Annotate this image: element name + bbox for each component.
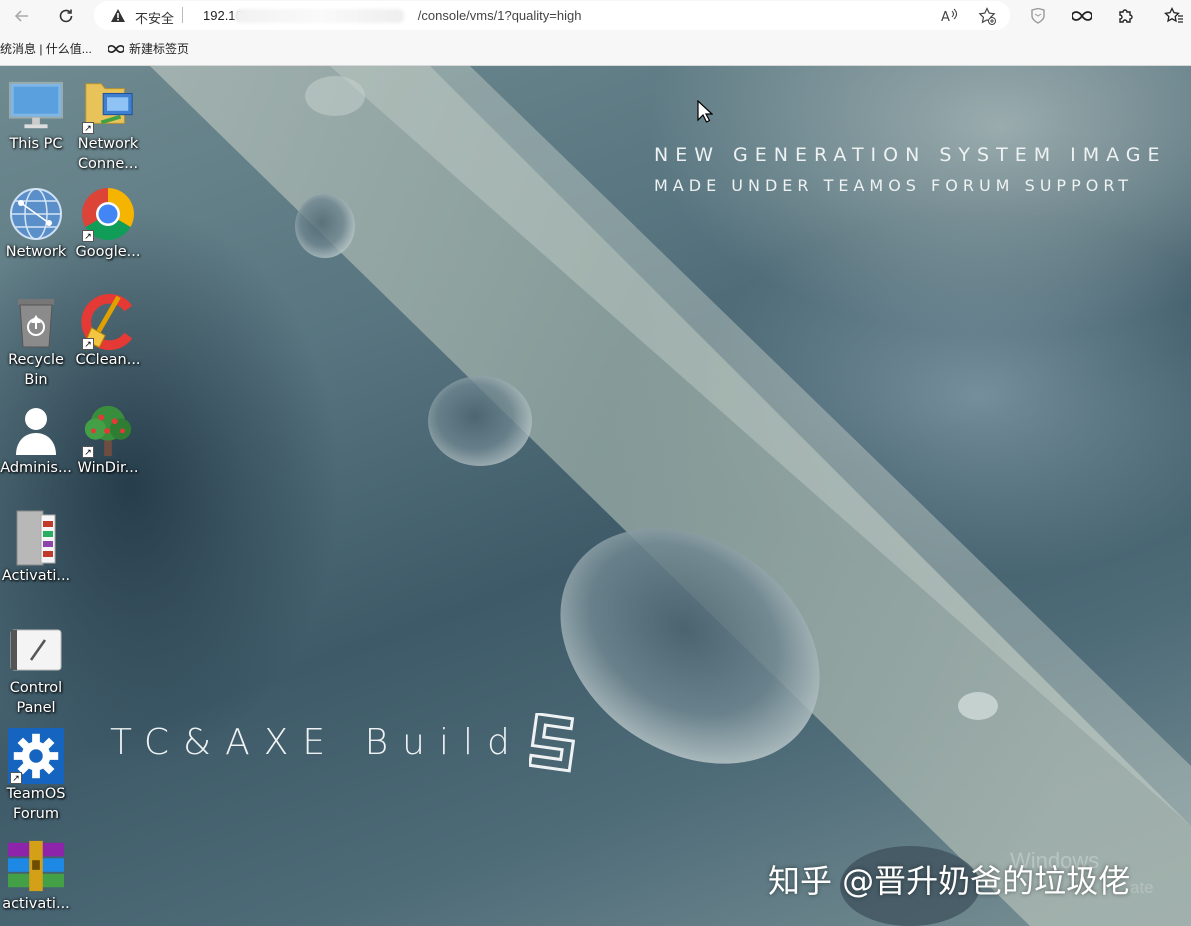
infinity-icon[interactable] — [1071, 5, 1093, 27]
desktop-icon-network-connections[interactable]: ↗ Network Conne... — [72, 78, 144, 174]
add-favorite-icon[interactable] — [977, 6, 997, 26]
warning-triangle-icon[interactable] — [110, 8, 126, 28]
desktop-icon-ccleaner[interactable]: ↗ CClean... — [72, 294, 144, 370]
desktop-icon-activation-archive[interactable]: activati... — [0, 838, 72, 914]
bookmarks-bar: 统消息 | 什么值... 新建标签页 — [0, 32, 1191, 66]
desktop-icon-teamos-forum[interactable]: ↗ TeamOS Forum — [0, 728, 72, 824]
desktop-icon-activation-folder[interactable]: Activati... — [0, 510, 72, 586]
back-arrow-icon[interactable] — [9, 4, 35, 28]
user-icon — [8, 402, 64, 458]
wallpaper-grass-blade — [150, 66, 1191, 926]
desktop-icon-google-chrome[interactable]: ↗ Google... — [72, 186, 144, 262]
mouse-cursor-icon — [697, 100, 713, 123]
desktop-icon-network[interactable]: Network — [0, 186, 72, 262]
shortcut-arrow-icon: ↗ — [82, 230, 94, 242]
recycle-bin-icon — [8, 294, 64, 350]
browser-toolbar: 不安全 192.16/console/vms/1?quality=high A — [0, 0, 1191, 32]
zhihu-watermark: 知乎 @晋升奶爸的垃圾佬 — [768, 862, 1131, 900]
desktop-icon-administrator[interactable]: Adminis... — [0, 402, 72, 478]
chrome-icon: ↗ — [80, 186, 136, 242]
read-aloud-icon[interactable]: A — [940, 6, 960, 26]
remote-desktop[interactable]: NEW GENERATION SYSTEM IMAGE MADE UNDER T… — [0, 66, 1191, 926]
shortcut-arrow-icon: ↗ — [82, 122, 94, 134]
desktop-icon-this-pc[interactable]: This PC — [0, 78, 72, 154]
winrar-archive-icon — [8, 838, 64, 894]
shortcut-arrow-icon: ↗ — [82, 338, 94, 350]
wallpaper-headline: NEW GENERATION SYSTEM IMAGE — [654, 144, 1167, 166]
control-panel-icon — [8, 622, 64, 678]
reload-icon[interactable] — [53, 4, 79, 28]
shortcut-arrow-icon: ↗ — [10, 772, 22, 784]
url-redaction — [234, 9, 404, 23]
network-globe-icon — [8, 186, 64, 242]
desktop-icon-recycle-bin[interactable]: Recycle Bin — [0, 294, 72, 390]
ccleaner-icon: ↗ — [80, 294, 136, 350]
desktop-icon-windirstat[interactable]: ↗ WinDir... — [72, 402, 144, 478]
bookmark-item[interactable]: 统消息 | 什么值... — [0, 40, 92, 57]
windirstat-tree-icon: ↗ — [80, 402, 136, 458]
wallpaper-subheadline: MADE UNDER TEAMOS FORUM SUPPORT — [654, 176, 1134, 195]
build-text: TC&AXE Build — [110, 722, 524, 763]
activation-folder-icon — [8, 510, 64, 566]
computer-icon — [8, 78, 64, 134]
address-separator — [182, 7, 183, 23]
gear-icon: ↗ — [8, 728, 64, 784]
favorites-icon[interactable] — [1163, 5, 1185, 27]
shield-icon[interactable] — [1027, 5, 1049, 27]
desktop-icon-control-panel[interactable]: Control Panel — [0, 622, 72, 718]
security-label[interactable]: 不安全 — [135, 8, 174, 27]
network-connections-icon: ↗ — [80, 78, 136, 134]
infinity-icon — [108, 44, 124, 53]
bookmark-item[interactable]: 新建标签页 — [108, 40, 189, 57]
address-bar[interactable]: 不安全 192.16/console/vms/1?quality=high A — [94, 1, 1010, 30]
activation-watermark-line2: ate — [1130, 878, 1154, 897]
build-logo-icon — [529, 713, 576, 773]
puzzle-icon[interactable] — [1115, 5, 1137, 27]
svg-text:A: A — [941, 10, 950, 24]
shortcut-arrow-icon: ↗ — [82, 446, 94, 458]
